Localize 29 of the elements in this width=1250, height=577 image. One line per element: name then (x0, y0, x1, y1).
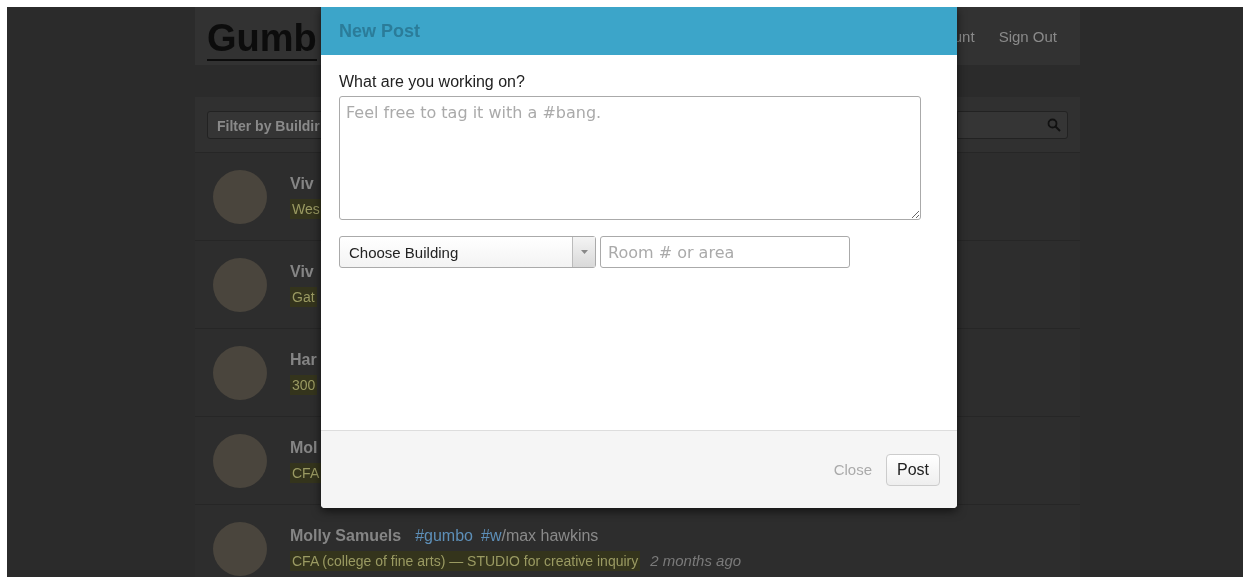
close-link[interactable]: Close (833, 461, 872, 478)
field-label: What are you working on? (339, 73, 526, 91)
hashtag-link[interactable]: #w (481, 526, 502, 545)
avatar-placeholder (213, 433, 267, 488)
author-name[interactable]: Viv (290, 262, 314, 281)
author-name[interactable]: Har (290, 350, 317, 369)
author-name[interactable]: Mol (290, 438, 318, 457)
post-text: /max hawkins (501, 526, 599, 545)
hashtag-link[interactable]: #gumbo (415, 526, 473, 545)
avatar-placeholder (213, 521, 267, 576)
location-label: 300 (290, 374, 318, 395)
location-label: CFA (290, 462, 322, 483)
avatar-placeholder (213, 345, 267, 400)
message-field[interactable]: Feel free to tag it with a #bang. (339, 96, 921, 220)
avatar-placeholder (213, 257, 267, 312)
post-time: 2 months ago (650, 552, 742, 569)
room-field[interactable]: Room # or area (600, 236, 850, 268)
avatar-placeholder (213, 169, 267, 224)
building-select[interactable]: Choose Building (339, 236, 596, 268)
location-label: Gat (290, 286, 317, 307)
location-label: Wes (290, 198, 322, 219)
search-icon (1047, 117, 1061, 132)
location-label: CFA (college of fine arts) — STUDIO for creative inquiry (290, 550, 641, 571)
author-name[interactable]: Viv (290, 174, 314, 193)
post-button[interactable]: Post (886, 453, 940, 486)
author-name[interactable]: Molly Samuels (290, 526, 402, 545)
nav-link[interactable]: Sign Out (998, 27, 1057, 45)
caret-icon (580, 250, 588, 254)
search-field[interactable] (957, 110, 1068, 139)
